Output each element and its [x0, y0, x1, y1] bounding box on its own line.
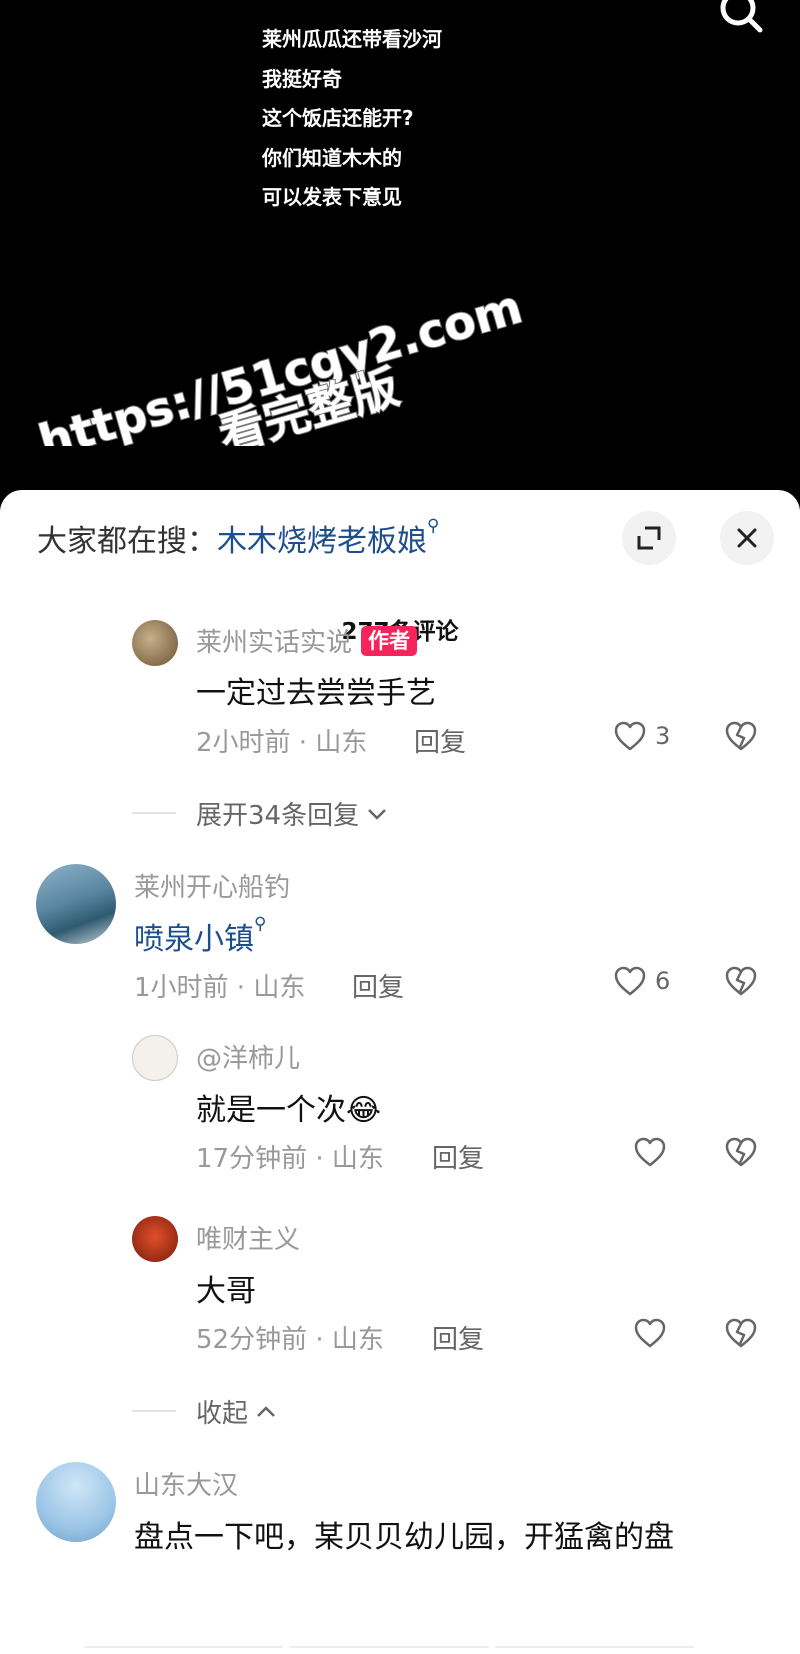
search-small-icon: ⚲ — [254, 914, 267, 934]
collapse-label: 收起 — [196, 1399, 249, 1429]
search-icon[interactable] — [716, 0, 766, 36]
comment-sheet: 大家都在搜：木木烧烤老板娘⚲ 277条评论 莱州实话实说作者 一定过去尝尝手艺 … — [0, 490, 800, 1654]
heart-icon — [614, 721, 646, 751]
comment-author[interactable]: 莱州实话实说 作者 — [196, 622, 418, 659]
trending-keyword[interactable]: 木木烧烤老板娘 — [217, 524, 427, 559]
username[interactable]: @洋柿儿 — [196, 1038, 300, 1075]
avatar[interactable] — [132, 1216, 178, 1262]
dislike-icon[interactable] — [723, 1317, 759, 1349]
like-count: 6 — [655, 967, 671, 995]
comment-text: 一定过去尝尝手艺 — [196, 676, 436, 711]
reply-text: 大哥 — [196, 1274, 256, 1309]
reply-text: 就是一个次 — [196, 1093, 346, 1128]
comment-time-location: 2小时前 · 山东 — [196, 728, 368, 758]
divider — [132, 812, 176, 814]
expand-replies-button[interactable]: 展开34条回复 — [196, 795, 389, 832]
comment-time-location: 1小时前 · 山东 — [134, 973, 306, 1003]
chevron-down-icon — [368, 808, 386, 820]
comment-time-location: 52分钟前 · 山东 — [196, 1325, 384, 1355]
author-badge: 作者 — [361, 626, 418, 656]
heart-icon[interactable] — [633, 1317, 667, 1349]
username[interactable]: 莱州开心船钓 — [134, 867, 290, 904]
username[interactable]: 山东大汉 — [134, 1465, 238, 1502]
heart-icon[interactable] — [633, 1136, 667, 1168]
caption-line: 莱州瓜瓜还带看沙河 — [262, 27, 442, 51]
chevron-up-icon — [257, 1405, 275, 1417]
expand-fullscreen-button[interactable] — [622, 511, 676, 565]
avatar[interactable] — [132, 1035, 178, 1081]
reply-button[interactable]: 回复 — [432, 1138, 484, 1175]
caption-line: 你们知道木木的 — [262, 145, 402, 170]
avatar[interactable] — [36, 1462, 116, 1542]
reply-button[interactable]: 回复 — [352, 967, 404, 1004]
dislike-icon[interactable] — [723, 720, 759, 752]
comment-text: 盘点一下吧，某贝贝幼儿园，开猛禽的盘 — [134, 1520, 674, 1555]
dislike-icon[interactable] — [723, 1136, 759, 1168]
caption-line: 我挺好奇 — [262, 66, 342, 91]
video-area[interactable]: 莱州瓜瓜还带看沙河 我挺好奇 这个饭店还能开? 你们知道木木的 可以发表下意见 … — [0, 0, 800, 500]
username[interactable]: 唯财主义 — [196, 1219, 300, 1256]
username[interactable]: 莱州实话实说 — [196, 628, 352, 658]
like-button[interactable]: 3 — [613, 720, 670, 752]
search-small-icon: ⚲ — [427, 516, 440, 536]
laughing-emoji-icon: 😂 — [346, 1093, 382, 1128]
video-caption: 莱州瓜瓜还带看沙河 我挺好奇 这个饭店还能开? 你们知道木木的 可以发表下意见 — [262, 20, 442, 218]
caption-line: 可以发表下意见 — [262, 185, 402, 209]
comment-time-location: 17分钟前 · 山东 — [196, 1144, 384, 1174]
like-button[interactable]: 6 — [613, 965, 670, 997]
collapse-replies-button[interactable]: 收起 — [196, 1393, 278, 1430]
trending-search[interactable]: 大家都在搜：木木烧烤老板娘⚲ — [37, 516, 439, 560]
trending-label: 大家都在搜： — [37, 524, 217, 559]
caption-line: 这个饭店还能开? — [262, 106, 414, 130]
like-count: 3 — [655, 722, 671, 750]
dislike-icon[interactable] — [723, 965, 759, 997]
comment-text-link[interactable]: 喷泉小镇 — [134, 922, 254, 957]
heart-icon — [614, 966, 646, 996]
reply-button[interactable]: 回复 — [414, 722, 466, 759]
close-button[interactable] — [720, 511, 774, 565]
close-icon — [737, 528, 757, 548]
input-bar-hint — [84, 1646, 694, 1654]
comment-text: 就是一个次😂 — [196, 1085, 381, 1129]
reply-button[interactable]: 回复 — [432, 1319, 484, 1356]
comment-text[interactable]: 喷泉小镇⚲ — [134, 914, 266, 958]
divider — [132, 1410, 176, 1412]
expand-icon — [637, 526, 661, 550]
avatar[interactable] — [132, 620, 178, 666]
avatar[interactable] — [36, 864, 116, 944]
expand-replies-label: 展开34条回复 — [196, 801, 360, 831]
watermark: https://51cgy2.com 看完整版 — [32, 278, 529, 446]
